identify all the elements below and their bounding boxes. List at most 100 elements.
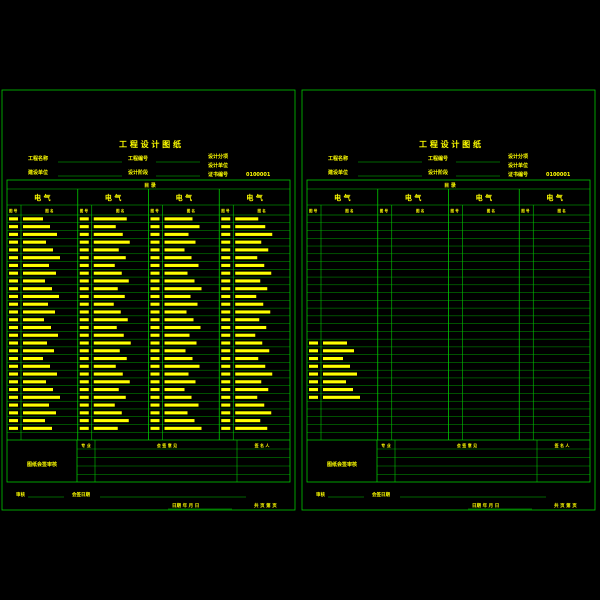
entry-name bbox=[323, 349, 354, 353]
footer-review: 审核 bbox=[316, 491, 325, 498]
entry-name bbox=[235, 225, 266, 229]
entry-number bbox=[221, 318, 231, 322]
entry-name bbox=[164, 333, 190, 337]
entry-number bbox=[150, 341, 160, 345]
dept-label: 设计单位 bbox=[508, 162, 528, 169]
entry-number bbox=[9, 318, 18, 322]
entry-name bbox=[93, 232, 123, 236]
entry-name bbox=[93, 310, 121, 314]
entry-name bbox=[93, 217, 127, 221]
entry-number bbox=[221, 287, 231, 291]
cert-label: 证书编号 bbox=[208, 171, 228, 178]
entry-name bbox=[23, 225, 50, 229]
column-header: 电 气 bbox=[105, 193, 121, 202]
subheader-no: 图 号 bbox=[451, 208, 460, 213]
entry-name bbox=[235, 411, 272, 415]
entry-name bbox=[235, 364, 266, 368]
subheader-no: 图 号 bbox=[80, 208, 89, 213]
entry-name bbox=[23, 287, 52, 291]
entry-name bbox=[164, 279, 195, 283]
entry-name bbox=[164, 349, 186, 353]
signoff-col1: 专 业 bbox=[381, 442, 390, 448]
entry-name bbox=[235, 302, 264, 306]
entry-number bbox=[79, 232, 89, 236]
entry-name bbox=[23, 256, 60, 260]
entry-number bbox=[221, 333, 231, 337]
entry-name bbox=[93, 318, 128, 322]
entry-name bbox=[164, 240, 196, 244]
entry-name bbox=[323, 364, 350, 368]
entry-name bbox=[93, 287, 118, 291]
entry-name bbox=[23, 310, 55, 314]
entry-name bbox=[93, 225, 116, 229]
signoff-col2: 会 签 意 见 bbox=[457, 442, 477, 448]
entry-name bbox=[23, 318, 44, 322]
entry-number bbox=[150, 395, 160, 399]
signoff-label: 图纸会签审核 bbox=[27, 461, 57, 468]
sub-label: 设计分项 bbox=[508, 153, 528, 160]
entry-name bbox=[23, 364, 50, 368]
entry-number bbox=[79, 372, 89, 376]
entry-name bbox=[23, 333, 58, 337]
entry-name bbox=[164, 287, 202, 291]
entry-name bbox=[323, 372, 357, 376]
entry-name bbox=[93, 349, 120, 353]
entry-number bbox=[150, 356, 160, 361]
entry-name bbox=[164, 364, 200, 368]
entry-name bbox=[323, 356, 343, 361]
entry-name bbox=[23, 240, 46, 244]
unit-label: 建设单位 bbox=[327, 169, 348, 176]
entry-name bbox=[235, 349, 270, 353]
footer-date-label: 会签日期 bbox=[372, 491, 390, 498]
entry-name bbox=[93, 388, 119, 392]
entry-name bbox=[23, 341, 47, 345]
entry-number bbox=[150, 271, 160, 275]
entry-name bbox=[323, 380, 346, 384]
entry-name bbox=[23, 271, 56, 275]
entry-name bbox=[23, 248, 53, 252]
entry-number bbox=[150, 263, 160, 267]
entry-number bbox=[79, 271, 89, 275]
entry-number bbox=[79, 318, 89, 322]
entry-number bbox=[150, 217, 160, 221]
entry-number bbox=[79, 403, 89, 407]
entry-number bbox=[9, 217, 18, 221]
entry-number bbox=[150, 294, 160, 299]
project-no-label: 工程编号 bbox=[428, 155, 448, 162]
column-header: 电 气 bbox=[476, 193, 492, 202]
entry-number bbox=[150, 333, 160, 337]
entry-number bbox=[221, 279, 231, 283]
entry-number bbox=[9, 364, 18, 368]
entry-number bbox=[9, 263, 18, 267]
entry-name bbox=[164, 225, 200, 229]
entry-name bbox=[235, 333, 256, 337]
entry-number bbox=[9, 349, 18, 353]
entry-name bbox=[235, 279, 261, 283]
entry-number bbox=[150, 411, 160, 415]
entry-name bbox=[93, 240, 130, 244]
entry-number bbox=[150, 279, 160, 283]
entry-name bbox=[93, 263, 115, 267]
entry-name bbox=[164, 217, 193, 221]
entry-number bbox=[221, 263, 231, 267]
entry-number bbox=[221, 248, 231, 252]
entry-number bbox=[221, 310, 231, 314]
entry-name bbox=[93, 395, 126, 399]
entry-number bbox=[221, 294, 231, 299]
entry-name bbox=[164, 372, 189, 376]
entry-name bbox=[164, 380, 196, 384]
entry-name bbox=[164, 318, 194, 322]
entry-name bbox=[235, 232, 273, 236]
entry-name bbox=[164, 263, 199, 267]
entry-name bbox=[164, 411, 188, 415]
entry-number bbox=[9, 356, 18, 361]
entry-name bbox=[93, 279, 129, 283]
subheader-no: 图 号 bbox=[221, 208, 230, 213]
entry-number bbox=[79, 333, 89, 337]
entry-name bbox=[23, 263, 49, 267]
entry-name bbox=[23, 325, 51, 330]
entry-number bbox=[79, 380, 89, 384]
entry-number bbox=[150, 372, 160, 376]
entry-number bbox=[9, 372, 18, 376]
entry-number bbox=[150, 325, 160, 330]
